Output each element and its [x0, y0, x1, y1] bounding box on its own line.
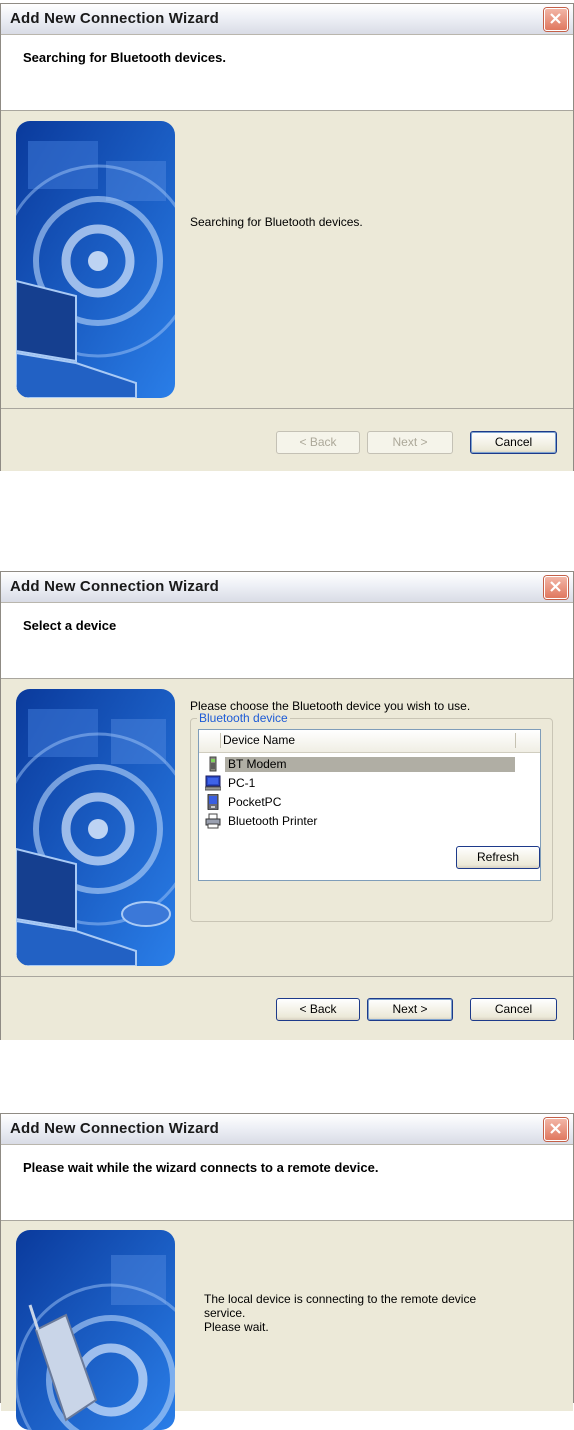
wizard-header: Searching for Bluetooth devices. [1, 35, 573, 111]
column-divider [220, 733, 221, 748]
wizard-body: Searching for Bluetooth devices. < Back … [1, 111, 573, 471]
title-bar[interactable]: Add New Connection Wizard [1, 572, 573, 603]
bluetooth-illustration [16, 121, 175, 398]
wizard-body: Please choose the Bluetooth device you w… [1, 679, 573, 1040]
next-button[interactable]: Next > [367, 998, 453, 1021]
bluetooth-illustration [16, 1230, 175, 1430]
title-bar[interactable]: Add New Connection Wizard [1, 1114, 573, 1145]
wizard-body: The local device is connecting to the re… [1, 1221, 573, 1430]
device-label: BT Modem [225, 757, 515, 772]
close-icon [550, 13, 561, 24]
wizard-header: Select a device [1, 603, 573, 679]
wizard-dialog-connecting: Add New Connection Wizard Please wait wh… [0, 1113, 574, 1430]
cancel-button[interactable]: Cancel [470, 998, 557, 1021]
close-button[interactable] [544, 576, 568, 599]
bluetooth-illustration [16, 689, 175, 966]
close-button[interactable] [544, 1118, 568, 1141]
device-label: PocketPC [228, 795, 282, 809]
button-bar: < Back Next > Cancel [1, 976, 573, 1039]
column-header-device-name[interactable]: Device Name [223, 733, 295, 747]
refresh-button[interactable]: Refresh [456, 846, 540, 869]
status-line-3: Please wait. [204, 1320, 269, 1334]
header-title: Searching for Bluetooth devices. [23, 50, 226, 65]
button-bar: < Back Next > Cancel [1, 408, 573, 471]
header-title: Please wait while the wizard connects to… [23, 1160, 379, 1175]
next-button[interactable]: Next > [367, 431, 453, 454]
wizard-header: Please wait while the wizard connects to… [1, 1145, 573, 1221]
header-title: Select a device [23, 618, 117, 633]
window-title: Add New Connection Wizard [10, 578, 220, 595]
device-label: Bluetooth Printer [228, 814, 318, 828]
back-button[interactable]: < Back [276, 431, 360, 454]
list-item-bt-modem[interactable]: BT Modem [205, 755, 515, 774]
group-label: Bluetooth device [197, 711, 290, 725]
close-button[interactable] [544, 8, 568, 31]
window-title: Add New Connection Wizard [10, 10, 220, 27]
close-icon [550, 581, 561, 592]
status-message: Searching for Bluetooth devices. [190, 215, 363, 229]
printer-icon [205, 813, 221, 829]
list-header[interactable]: Device Name [199, 730, 540, 753]
computer-icon [205, 775, 221, 791]
list-item-pocketpc[interactable]: PocketPC [205, 793, 515, 812]
window-title: Add New Connection Wizard [10, 1120, 220, 1137]
wizard-dialog-select-device: Add New Connection Wizard Select a devic… [0, 571, 574, 1040]
pda-icon [207, 794, 219, 810]
status-line-1: The local device is connecting to the re… [204, 1292, 477, 1306]
column-divider [515, 733, 516, 748]
back-button[interactable]: < Back [276, 998, 360, 1021]
title-bar[interactable]: Add New Connection Wizard [1, 4, 573, 35]
list-item-bluetooth-printer[interactable]: Bluetooth Printer [205, 812, 515, 831]
status-line-2: service. [204, 1306, 246, 1320]
cancel-button[interactable]: Cancel [470, 431, 557, 454]
modem-icon [209, 756, 217, 772]
list-item-pc-1[interactable]: PC-1 [205, 774, 515, 793]
device-label: PC-1 [228, 776, 256, 790]
close-icon [550, 1123, 561, 1134]
wizard-dialog-searching: Add New Connection Wizard Searching for … [0, 3, 574, 471]
